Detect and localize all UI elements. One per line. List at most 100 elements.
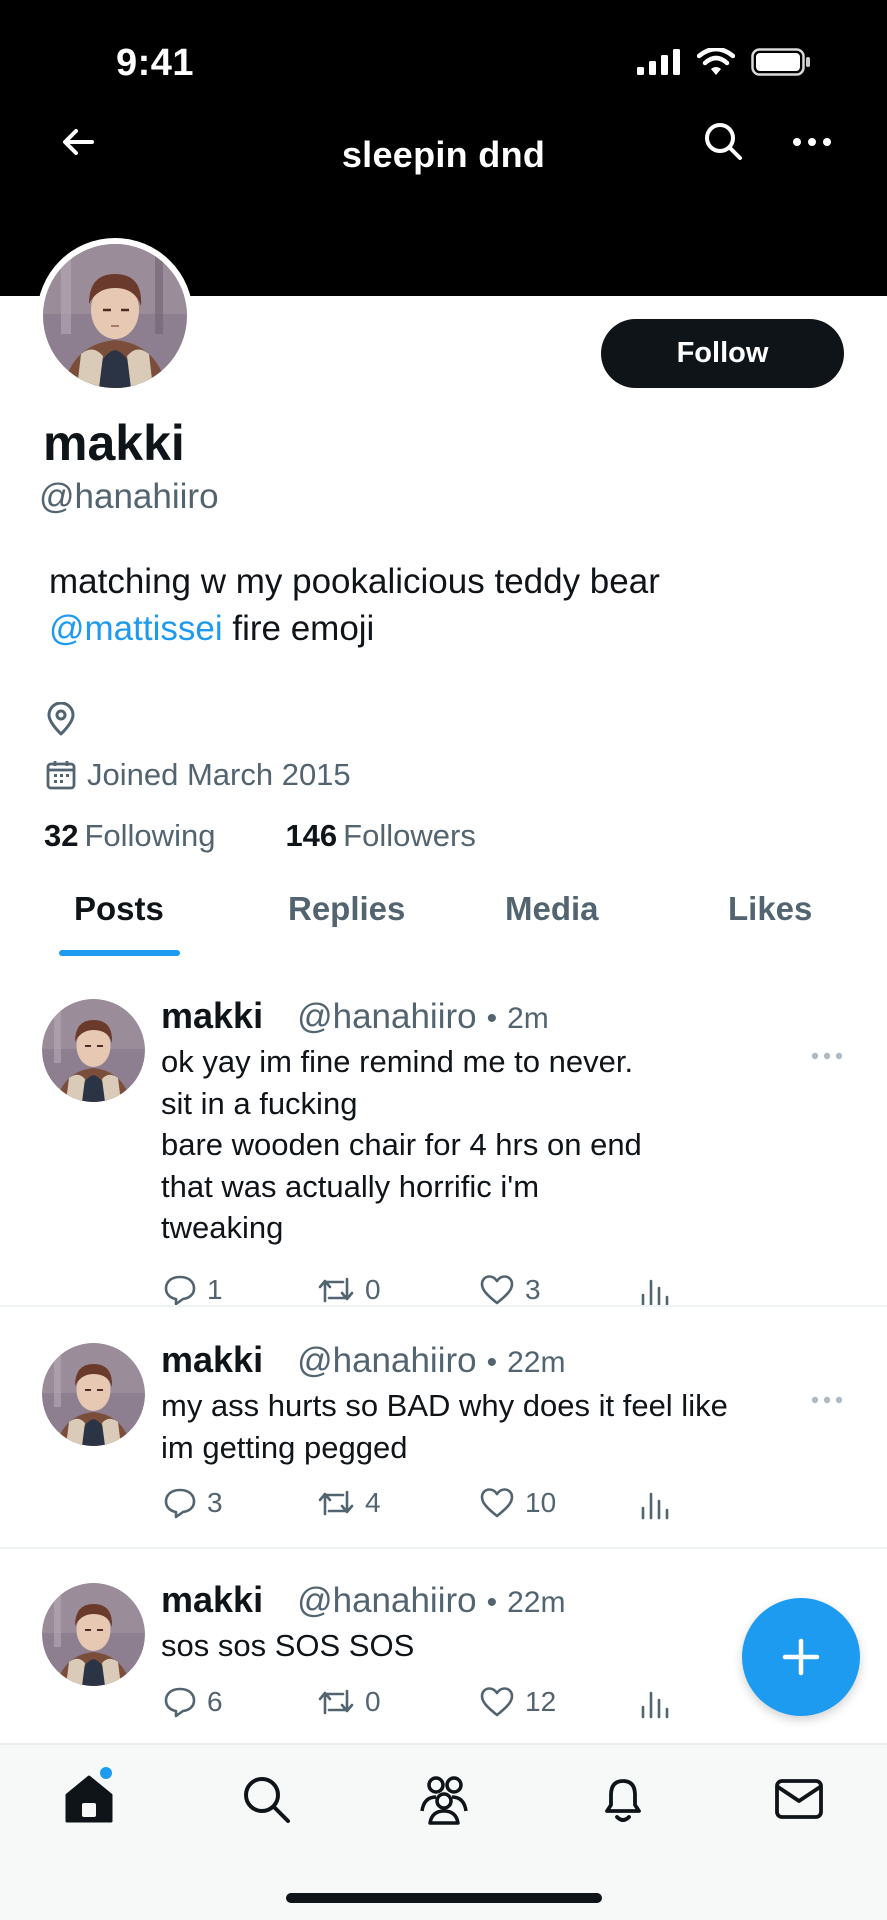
- active-tab-indicator: [59, 950, 180, 956]
- post-text: my ass hurts so BAD why does it feel lik…: [161, 1388, 728, 1465]
- followers-link[interactable]: 146 Followers: [285, 818, 475, 854]
- calendar-icon: [46, 761, 76, 790]
- location-pin-icon: [47, 702, 75, 736]
- following-count: 32: [44, 818, 79, 853]
- profile-tabs: Posts Replies Media Likes: [0, 890, 887, 958]
- bio-suffix: fire emoji: [222, 609, 375, 648]
- views-action[interactable]: [639, 1486, 671, 1520]
- reply-icon: [164, 1687, 196, 1718]
- battery-icon: [751, 48, 810, 76]
- status-time: 9:41: [116, 42, 195, 84]
- followers-count: 146: [285, 818, 338, 853]
- post-more-icon[interactable]: [810, 1395, 844, 1405]
- reply-icon: [164, 1488, 196, 1519]
- home-indicator: [286, 1893, 602, 1903]
- notifications-icon[interactable]: [595, 1771, 651, 1827]
- reply-action[interactable]: 6: [163, 1685, 223, 1719]
- post-actions: 3 4 10: [161, 1486, 681, 1526]
- reply-action[interactable]: 1: [163, 1273, 223, 1307]
- home-icon[interactable]: [61, 1771, 117, 1827]
- joined-text: Joined March 2015: [87, 757, 351, 792]
- views-chart-icon: [641, 1691, 669, 1719]
- post-author-name[interactable]: makki: [161, 995, 263, 1036]
- post-time: 22m: [507, 1586, 566, 1619]
- heart-icon: [480, 1687, 514, 1717]
- post-actions: 6 0 12: [161, 1685, 681, 1725]
- bio-mention-link[interactable]: @mattissei: [49, 609, 223, 648]
- post-author-handle: @hanahiiro: [297, 1581, 477, 1620]
- views-action[interactable]: [639, 1273, 671, 1307]
- post-item[interactable]: makki @hanahiiro • 22m my ass hurts so BAD …: [0, 1339, 887, 1545]
- post-text: sos sos SOS SOS: [161, 1628, 415, 1663]
- reply-count: 3: [207, 1487, 223, 1518]
- post-header: makki @hanahiiro • 22m: [161, 1339, 565, 1381]
- compose-post-button[interactable]: [742, 1598, 860, 1716]
- post-author-handle: @hanahiiro: [297, 997, 477, 1036]
- reply-icon: [164, 1275, 196, 1306]
- post-avatar[interactable]: [42, 1343, 145, 1446]
- profile-display-name: makki: [43, 415, 185, 471]
- post-author-name[interactable]: makki: [161, 1579, 263, 1620]
- post-divider: [0, 1305, 887, 1307]
- tab-replies[interactable]: Replies: [288, 890, 405, 928]
- post-divider: [0, 1547, 887, 1549]
- search-icon[interactable]: [238, 1771, 294, 1827]
- repost-count: 0: [365, 1686, 381, 1717]
- repost-count: 0: [365, 1274, 381, 1305]
- like-count: 10: [525, 1487, 557, 1518]
- like-count: 12: [525, 1686, 557, 1717]
- profile-bio: matching w my pookalicious teddy bear @m…: [49, 558, 839, 652]
- repost-action[interactable]: 4: [317, 1486, 381, 1520]
- wifi-icon: [697, 48, 735, 75]
- post-separator: •: [486, 1346, 498, 1379]
- like-count: 3: [525, 1274, 541, 1305]
- post-header: makki @hanahiiro • 22m: [161, 1579, 565, 1621]
- post-text: ok yay im fine remind me to never. sit i…: [161, 1044, 642, 1245]
- post-time: 2m: [507, 1002, 549, 1035]
- repost-action[interactable]: 0: [317, 1685, 381, 1719]
- repost-action[interactable]: 0: [317, 1273, 381, 1307]
- repost-count: 4: [365, 1487, 381, 1518]
- status-icons: [637, 48, 811, 76]
- post-actions: 1 0 3: [161, 1273, 681, 1313]
- messages-icon[interactable]: [771, 1771, 827, 1827]
- post-avatar[interactable]: [42, 999, 145, 1102]
- post-author-handle: @hanahiiro: [297, 1341, 477, 1380]
- heart-icon: [480, 1275, 514, 1305]
- profile-avatar[interactable]: [37, 238, 193, 394]
- views-action[interactable]: [639, 1685, 671, 1719]
- joined-date: Joined March 2015: [45, 757, 351, 793]
- bio-text: matching w my pookalicious teddy bear: [49, 562, 660, 601]
- like-action[interactable]: 10: [479, 1486, 556, 1520]
- post-author-name[interactable]: makki: [161, 1339, 263, 1380]
- tab-likes[interactable]: Likes: [728, 890, 812, 928]
- follow-stats: 32 Following 146 Followers: [44, 818, 476, 854]
- following-link[interactable]: 32 Following: [44, 818, 215, 854]
- views-chart-icon: [641, 1492, 669, 1520]
- avatar-image: [43, 244, 187, 388]
- more-icon[interactable]: [790, 122, 834, 162]
- reply-count: 6: [207, 1686, 223, 1717]
- cellular-signal-icon: [637, 49, 680, 75]
- tab-media[interactable]: Media: [505, 890, 599, 928]
- like-action[interactable]: 3: [479, 1273, 541, 1307]
- follow-button[interactable]: Follow: [601, 319, 844, 388]
- following-label: Following: [84, 818, 216, 853]
- profile-handle: @hanahiiro: [39, 477, 219, 516]
- search-icon[interactable]: [702, 120, 744, 162]
- post-avatar[interactable]: [42, 1583, 145, 1686]
- home-unread-dot: [100, 1767, 112, 1779]
- reply-action[interactable]: 3: [163, 1486, 223, 1520]
- reply-count: 1: [207, 1274, 223, 1305]
- views-chart-icon: [641, 1279, 669, 1307]
- post-separator: •: [486, 1002, 498, 1035]
- post-item[interactable]: makki @hanahiiro • 2m ok yay im fine remind…: [0, 995, 887, 1307]
- post-separator: •: [486, 1586, 498, 1619]
- repost-icon: [318, 1490, 354, 1516]
- tab-posts[interactable]: Posts: [74, 890, 164, 928]
- followers-label: Followers: [343, 818, 476, 853]
- repost-icon: [318, 1689, 354, 1715]
- banner-title: sleepin dnd: [341, 134, 546, 175]
- communities-icon[interactable]: [416, 1771, 472, 1827]
- like-action[interactable]: 12: [479, 1685, 556, 1719]
